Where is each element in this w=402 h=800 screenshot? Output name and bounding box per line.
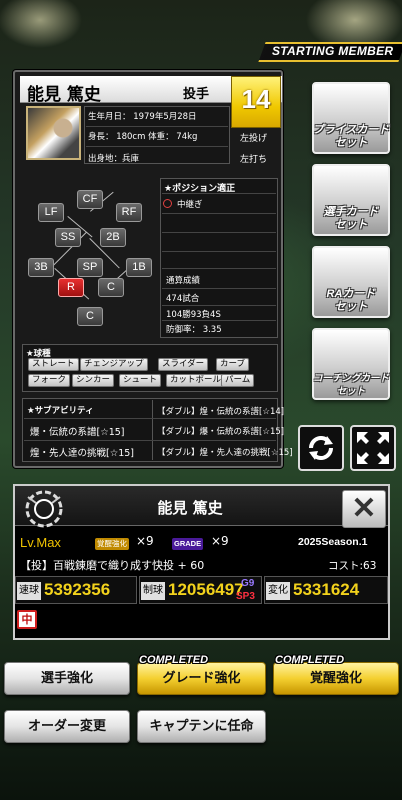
pitch-tag: パーム	[221, 374, 255, 387]
position-ss[interactable]: SS	[55, 228, 81, 247]
sub-ability-double: 【ダブル】煌・先人達の挑戦[☆15]	[157, 448, 293, 458]
career-era: 防御率： 3.35	[166, 325, 222, 335]
price-card-set-label: プライスカード セット	[312, 124, 390, 150]
stat-control-label: 制球	[141, 582, 165, 600]
stat-break-label: 変化	[266, 582, 290, 600]
aptitude-divider	[162, 232, 276, 233]
profile-divider	[86, 146, 228, 147]
position-1b[interactable]: 1B	[126, 258, 152, 277]
career-stats-title: 通算成績	[166, 276, 201, 286]
aptitude-divider	[162, 268, 276, 269]
sub-ability-double: 【ダブル】爆・伝統の系譜[☆15]	[157, 427, 285, 437]
aptitude-divider	[162, 305, 276, 306]
sub-ability-double: 【ダブル】煌・伝統の系譜[☆14]	[157, 407, 285, 417]
stat-fastball-label: 速球	[17, 582, 41, 600]
profile-divider	[86, 126, 228, 127]
pitch-tag: チェンジアップ	[80, 358, 148, 371]
sub-ability: 煌・先人達の挑戦[☆15]	[30, 448, 135, 459]
stat-control-sp: SP3	[236, 591, 255, 602]
position-3b[interactable]: 3B	[28, 258, 54, 277]
close-button[interactable]: ✕	[342, 490, 386, 528]
player-position: 投手	[183, 87, 210, 102]
pitch-tag: フォーク	[28, 374, 71, 387]
ra-card-set-label: RAカード セット	[312, 288, 390, 314]
awaken-badge: 覚醒強化	[95, 538, 129, 550]
throwing-hand: 左投げ	[240, 134, 268, 144]
grade-count: ×9	[211, 534, 229, 548]
refresh-button[interactable]	[298, 425, 344, 471]
player-portrait[interactable]	[26, 106, 81, 160]
position-2b[interactable]: 2B	[100, 228, 126, 247]
refresh-icon	[309, 436, 333, 460]
uniform-number: 14	[241, 84, 271, 114]
card-info-name: 能見 篤史	[157, 499, 223, 517]
sub-ability-divider	[24, 440, 276, 441]
position-lf[interactable]: LF	[38, 203, 64, 222]
aptitude-divider	[162, 193, 276, 194]
aptitude-ok-icon	[163, 199, 172, 208]
expand-button[interactable]	[350, 425, 396, 471]
aptitude-divider	[162, 251, 276, 252]
series-logo-icon	[25, 490, 63, 528]
awaken-completed-label: COMPLETED	[275, 654, 345, 666]
career-record: 104勝93負4S	[166, 310, 221, 320]
season-label: 2025Season.1	[298, 536, 368, 548]
sub-ability-divider	[24, 418, 276, 419]
position-c[interactable]: C	[77, 307, 103, 326]
stat-fastball-value: 5392356	[44, 580, 111, 599]
sub-ability: 爆・伝統の系譜[☆15]	[30, 427, 125, 438]
position-sp[interactable]: SP	[77, 258, 103, 277]
grade-badge: GRADE	[172, 538, 204, 550]
grade-completed-label: COMPLETED	[139, 654, 209, 666]
ra-card-set-text: RAカード セット	[326, 288, 376, 313]
stat-control-value: 12056497	[168, 580, 244, 599]
position-rp[interactable]: R	[58, 278, 84, 297]
position-cf[interactable]: CF	[77, 190, 103, 209]
pitch-tag: カーブ	[216, 358, 249, 371]
coaching-card-set-label: コーチングカード セット	[312, 372, 390, 398]
batting-hand: 左打ち	[240, 155, 268, 165]
price-card-set-text: プライスカード セット	[312, 124, 390, 149]
order-change-button[interactable]: オーダー変更	[4, 710, 130, 743]
card-cost: コスト:63	[328, 560, 377, 572]
expand-icon	[357, 432, 389, 464]
position-cl[interactable]: C	[98, 278, 124, 297]
body-size: 身長： 180cm 体重： 74kg	[88, 132, 198, 142]
pitch-tag: シュート	[119, 374, 162, 387]
player-card-set-text: 選手カード セット	[323, 206, 379, 231]
sub-ability-title: ★サブアビリティ	[27, 406, 94, 416]
team-badge: 中	[17, 610, 37, 629]
aptitude-divider	[162, 213, 276, 214]
header-ribbon-title: STARTING MEMBER	[272, 44, 394, 58]
position-rf[interactable]: RF	[116, 203, 142, 222]
birth-date: 生年月日： 1979年5月28日	[88, 112, 197, 122]
awaken-count: ×9	[136, 534, 154, 548]
card-skill: 【投】百戦錬磨で織り成す快投 + 60	[20, 559, 205, 572]
grade-enhance-button[interactable]: グレード強化	[137, 662, 266, 695]
pitch-tag: カットボール	[166, 374, 226, 387]
stat-break-value: 5331624	[293, 580, 360, 599]
card-level: Lv.Max	[20, 535, 61, 550]
aptitude-entry: 中継ぎ	[177, 200, 203, 210]
captain-button[interactable]: キャプテンに任命	[137, 710, 266, 743]
pitch-tag: スライダー	[158, 358, 209, 371]
coaching-card-set-text: コーチングカード セット	[312, 373, 389, 397]
hometown: 出身地：兵庫	[88, 154, 140, 164]
sub-ability-divider	[152, 400, 153, 460]
pitch-tag: ストレート	[28, 358, 79, 371]
player-name: 能見 篤史	[27, 85, 101, 105]
player-card-set-label: 選手カード セット	[312, 206, 390, 232]
aptitude-divider	[162, 288, 276, 289]
career-games: 474試合	[166, 294, 200, 304]
enhance-button[interactable]: 選手強化	[4, 662, 130, 695]
stat-control-grade: G9	[241, 578, 255, 589]
pitch-tag: シンカー	[72, 374, 115, 387]
awaken-enhance-button[interactable]: 覚醒強化	[273, 662, 399, 695]
aptitude-divider	[162, 320, 276, 321]
